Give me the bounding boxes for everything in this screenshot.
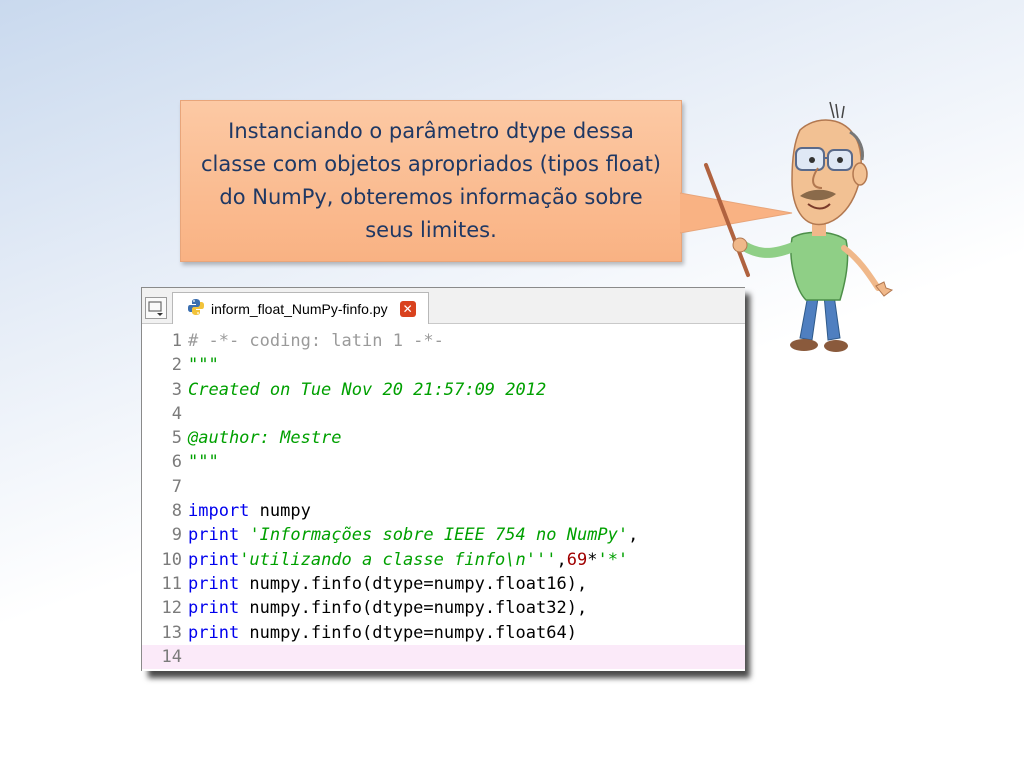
line-number: 1 <box>171 331 182 351</box>
code-text: print numpy.finfo(dtype=numpy.float64) <box>188 621 577 645</box>
code-token-str: Created on Tue Nov 20 21:57:09 2012 <box>188 379 547 400</box>
code-line[interactable]: 9 print 'Informações sobre IEEE 754 no Nu… <box>142 523 745 547</box>
speech-callout: Instanciando o parâmetro dtype dessa cla… <box>180 100 682 262</box>
line-number: 2 <box>171 355 182 376</box>
code-editor: inform_float_NumPy-finfo.py ✕ 1 # -*- cod… <box>141 287 745 671</box>
code-text: """ <box>188 353 219 377</box>
tab-bar: inform_float_NumPy-finfo.py ✕ <box>142 288 745 324</box>
code-line[interactable]: 2 """ <box>142 353 745 377</box>
code-text: print numpy.finfo(dtype=numpy.float32), <box>188 596 587 620</box>
code-token-num: 69 <box>566 549 588 570</box>
code-line[interactable]: 4 <box>142 402 745 426</box>
code-text: print 'Informações sobre IEEE 754 no Num… <box>188 523 638 547</box>
code-text: @author: Mestre <box>188 426 342 450</box>
code-token-plain: numpy.finfo(dtype=numpy.float32), <box>239 598 588 619</box>
close-icon[interactable]: ✕ <box>399 300 416 317</box>
code-token-kw: print <box>188 573 240 594</box>
code-token-str: @author: Mestre <box>188 428 342 449</box>
line-number: 12 <box>161 598 182 619</box>
code-line[interactable]: 7 <box>142 475 745 499</box>
line-number: 3 <box>171 379 182 400</box>
code-token-plain: numpy.finfo(dtype=numpy.float16), <box>239 573 588 594</box>
code-token-plain: numpy.finfo(dtype=numpy.float64) <box>239 622 577 643</box>
pointer-stick <box>704 163 750 277</box>
code-token-plain: numpy <box>249 501 311 522</box>
line-number: 6 <box>171 452 182 473</box>
line-number: 8 <box>171 501 182 522</box>
code-text: """ <box>188 450 219 474</box>
code-line[interactable]: 11 print numpy.finfo(dtype=numpy.float16)… <box>142 572 745 596</box>
tab-label: inform_float_NumPy-finfo.py <box>211 300 388 317</box>
code-text: # -*- coding: latin 1 -*- <box>188 329 444 353</box>
code-text: Created on Tue Nov 20 21:57:09 2012 <box>188 378 546 402</box>
code-token-str: """ <box>188 452 219 473</box>
code-line[interactable]: 3 Created on Tue Nov 20 21:57:09 2012 <box>142 378 745 402</box>
code-token-kw: print <box>188 622 240 643</box>
tab-inform-float-numpy-finfo[interactable]: inform_float_NumPy-finfo.py ✕ <box>172 292 429 324</box>
code-line[interactable]: 14 <box>142 644 745 670</box>
tab-list-menu-icon[interactable] <box>145 297 167 319</box>
code-token-kw: import <box>188 501 250 522</box>
line-number: 9 <box>171 525 182 546</box>
line-number: 4 <box>171 403 182 424</box>
code-token-str: """ <box>188 355 219 376</box>
code-line[interactable]: 10 print'utilizando a classe finfo\n''',6… <box>142 548 745 572</box>
code-token-kw: print <box>188 598 240 619</box>
code-token-str: 'utilizando a classe finfo\n''' <box>239 549 557 570</box>
line-number: 14 <box>161 646 182 667</box>
code-token-str: 'Informações sobre IEEE 754 no NumPy' <box>249 525 629 546</box>
code-token-comment: # -*- coding: latin 1 -*- <box>188 331 444 351</box>
code-line[interactable]: 5 @author: Mestre <box>142 426 745 450</box>
code-line[interactable]: 13 print numpy.finfo(dtype=numpy.float64) <box>142 621 745 645</box>
code-token-str: '*' <box>597 549 629 570</box>
code-area[interactable]: 1 # -*- coding: latin 1 -*- 2 """ 3 Created o… <box>142 329 745 670</box>
line-number: 7 <box>171 476 182 497</box>
code-text: import numpy <box>188 499 311 523</box>
line-number: 5 <box>171 428 182 449</box>
line-number: 13 <box>161 622 182 643</box>
code-line[interactable]: 8 import numpy <box>142 499 745 523</box>
code-text: print numpy.finfo(dtype=numpy.float16), <box>188 572 587 596</box>
callout-text: Instanciando o parâmetro dtype dessa cla… <box>201 119 661 242</box>
code-text: print'utilizando a classe finfo\n''',69*… <box>188 548 628 572</box>
code-token-plain: , <box>556 549 567 570</box>
line-number: 11 <box>161 573 182 594</box>
code-line[interactable]: 6 """ <box>142 450 745 474</box>
line-number: 10 <box>161 549 182 570</box>
code-token-plain: , <box>628 525 639 546</box>
code-token-kw: print <box>188 549 240 570</box>
code-token-plain: * <box>587 549 598 570</box>
code-line[interactable]: 1 # -*- coding: latin 1 -*- <box>142 329 745 353</box>
code-line[interactable]: 12 print numpy.finfo(dtype=numpy.float32)… <box>142 596 745 620</box>
python-file-icon <box>187 298 205 320</box>
code-token-kw: print <box>188 525 240 546</box>
